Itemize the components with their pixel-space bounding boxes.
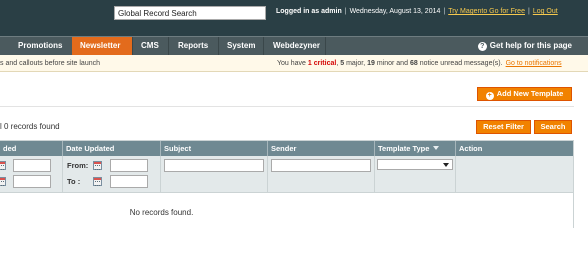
templates-grid: ded Date Updated Subject Sender Template…	[0, 140, 574, 228]
nav-newsletter[interactable]: Newsletter	[72, 37, 133, 55]
separator: |	[443, 8, 446, 15]
filter-action	[456, 156, 573, 193]
no-records-message: No records found.	[129, 208, 194, 217]
col-header-label: Sender	[271, 144, 297, 153]
filter-date-updated: From: To :	[63, 156, 161, 193]
calendar-icon[interactable]	[93, 177, 102, 186]
global-search-input[interactable]	[114, 6, 266, 20]
col-header-date-updated[interactable]: Date Updated	[63, 141, 161, 156]
date-added-from-input[interactable]	[13, 159, 51, 172]
calendar-icon[interactable]	[0, 161, 6, 170]
date-updated-to-input[interactable]	[110, 175, 148, 188]
notice-count: 68	[409, 60, 418, 67]
filter-date-added	[0, 156, 63, 193]
separator: |	[344, 8, 347, 15]
major-count: 5	[340, 60, 345, 67]
date-added-to-input[interactable]	[13, 175, 51, 188]
sort-desc-icon	[433, 146, 440, 150]
col-header-label: Action	[459, 144, 483, 153]
nav-system[interactable]: System	[219, 37, 264, 55]
help-label: Get help for this page	[489, 41, 572, 50]
notice-summary: You have 1 critical, 5 major, 19 minor a…	[277, 60, 562, 67]
col-header-subject[interactable]: Subject	[161, 141, 268, 156]
go-to-notifications-link[interactable]: Go to notifications	[506, 60, 562, 67]
notice-prefix: You have	[277, 60, 306, 67]
add-new-template-button[interactable]: + Add New Template	[477, 87, 572, 101]
header-info: Logged in as admin | Wednesday, August 13,…	[276, 8, 558, 15]
add-template-label: Add New Template	[496, 89, 564, 98]
separator: |	[527, 8, 530, 15]
col-header-label: ded	[3, 144, 17, 153]
nav-reports[interactable]: Reports	[169, 37, 219, 55]
minor-count: 19	[367, 60, 375, 67]
col-header-sender[interactable]: Sender	[268, 141, 375, 156]
add-icon: +	[485, 92, 494, 100]
try-magento-go-link[interactable]: Try Magento Go for Free	[448, 8, 525, 15]
divider	[0, 106, 574, 107]
help-icon: ?	[477, 42, 487, 51]
help-link[interactable]: ? Get help for this page	[477, 37, 572, 55]
chevron-down-icon	[443, 163, 449, 167]
col-header-label: Template Type	[378, 144, 430, 153]
nav-promotions[interactable]: Promotions	[0, 37, 74, 55]
grid-filter-row: From: To :	[0, 156, 573, 193]
header-date: Wednesday, August 13, 2014	[349, 8, 441, 15]
logout-link[interactable]: Log Out	[533, 8, 558, 15]
col-header-label: Subject	[164, 144, 192, 153]
date-updated-from-input[interactable]	[110, 159, 148, 172]
nav-cms[interactable]: CMS	[133, 37, 169, 55]
top-header: Logged in as admin|Wednesday, August 13,…	[0, 0, 588, 36]
notification-bar: s and callouts before site launch You ha…	[0, 55, 588, 72]
critical-count: 1	[307, 60, 312, 67]
minor-label: minor and	[376, 60, 408, 67]
critical-label: critical	[313, 60, 337, 67]
filter-sender	[268, 156, 375, 193]
template-type-select[interactable]	[377, 159, 453, 170]
calendar-icon[interactable]	[0, 177, 6, 186]
calendar-icon[interactable]	[93, 161, 102, 170]
grid-body: No records found.	[0, 194, 573, 228]
reset-filter-button[interactable]: Reset Filter	[476, 120, 531, 134]
filter-from-label: From:	[67, 161, 89, 170]
nav-webdezyner[interactable]: Webdezyner	[264, 37, 326, 55]
col-header-date-added[interactable]: ded	[0, 141, 63, 156]
notice-label: notice unread message(s).	[419, 60, 503, 67]
main-nav: Promotions Newsletter CMS Reports System…	[0, 36, 588, 55]
notice-left-text: s and callouts before site launch	[0, 60, 101, 67]
filter-subject	[161, 156, 268, 193]
sender-filter-input[interactable]	[271, 159, 371, 172]
filter-template-type	[375, 156, 456, 193]
grid-header: ded Date Updated Subject Sender Template…	[0, 141, 573, 156]
col-header-template-type[interactable]: Template Type	[375, 141, 456, 156]
subject-filter-input[interactable]	[164, 159, 264, 172]
filter-to-label: To :	[67, 177, 81, 186]
search-button[interactable]: Search	[534, 120, 572, 134]
col-header-action: Action	[456, 141, 573, 156]
major-label: major	[346, 60, 364, 67]
col-header-label: Date Updated	[66, 144, 115, 153]
logged-in-label: Logged in as admin	[276, 8, 342, 15]
records-found-text: l 0 records found	[0, 122, 60, 131]
